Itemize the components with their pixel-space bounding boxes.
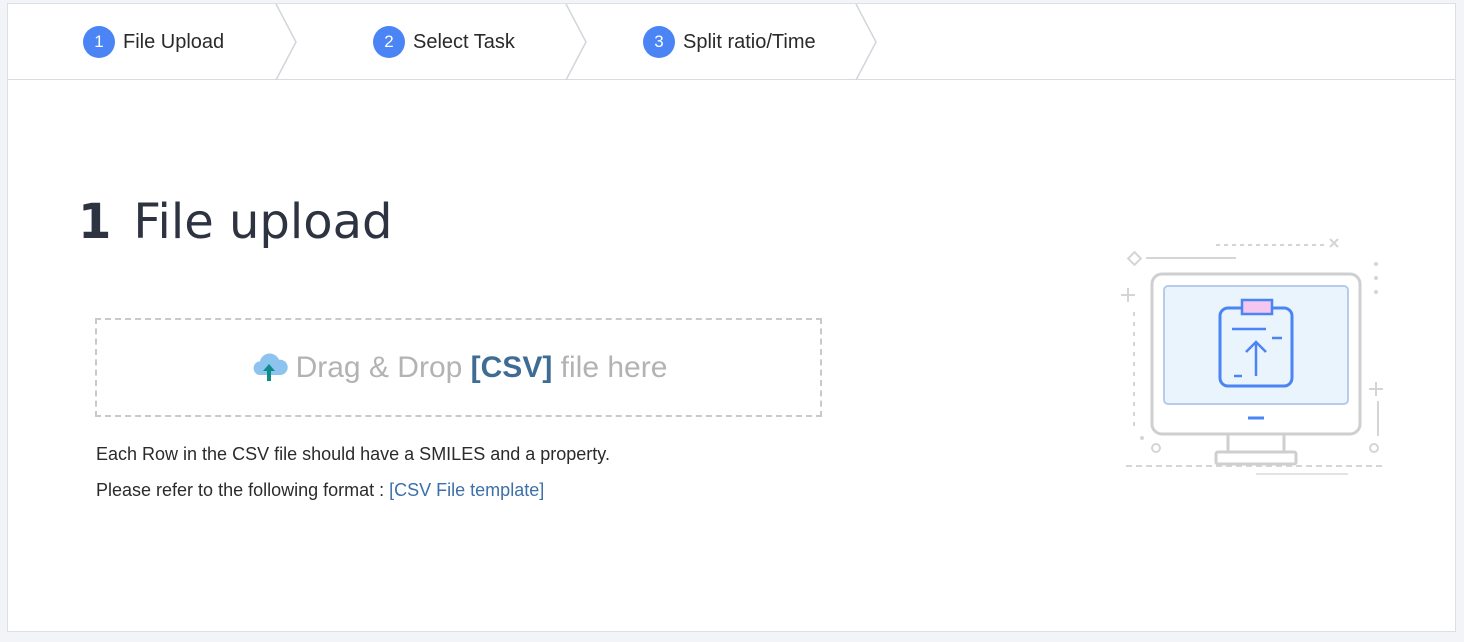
- csv-template-link[interactable]: [CSV File template]: [389, 480, 544, 500]
- step-label: Split ratio/Time: [683, 30, 816, 53]
- csv-dropzone[interactable]: Drag & Drop [CSV] file here: [95, 318, 822, 417]
- section-title: File upload: [133, 194, 393, 250]
- dropzone-suffix: file here: [560, 350, 668, 384]
- step-split-ratio[interactable]: 3 Split ratio/Time: [643, 4, 816, 80]
- step-number: 3: [643, 26, 675, 58]
- csv-row-note: Each Row in the CSV file should have a S…: [96, 444, 610, 464]
- step-label: Select Task: [413, 30, 515, 53]
- section-number: 1: [78, 194, 112, 250]
- cloud-upload-icon: [250, 352, 290, 383]
- chevron-divider-icon: [855, 4, 877, 80]
- step-label: File Upload: [123, 30, 225, 53]
- wizard-panel: 1 File Upload 2 Select Task 3 Split rati…: [7, 3, 1456, 632]
- page-title: 1 File upload: [78, 194, 392, 250]
- chevron-divider-icon: [565, 4, 587, 80]
- chevron-divider-icon: [275, 4, 297, 80]
- dropzone-prefix: Drag & Drop: [295, 350, 463, 384]
- format-note: Please refer to the following format : […: [96, 480, 544, 501]
- dropzone-format: [CSV]: [470, 350, 553, 384]
- dropzone-text: Drag & Drop [CSV] file here: [296, 351, 668, 385]
- format-note-prefix: Please refer to the following format :: [96, 480, 385, 500]
- step-file-upload[interactable]: 1 File Upload: [83, 4, 224, 80]
- step-number: 2: [373, 26, 405, 58]
- stepper: 1 File Upload 2 Select Task 3 Split rati…: [8, 4, 1455, 80]
- step-select-task[interactable]: 2 Select Task: [373, 4, 515, 80]
- step-number: 1: [83, 26, 115, 58]
- monitor-clipboard-upload-icon: [1116, 236, 1396, 481]
